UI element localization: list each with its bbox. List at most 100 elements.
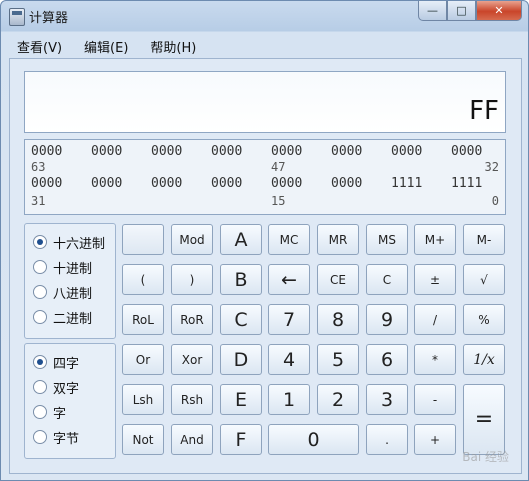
bit-group[interactable]: 0000	[151, 176, 182, 191]
radio-hex[interactable]: 十六进制	[33, 232, 105, 252]
radio-icon	[33, 430, 47, 444]
ms-button[interactable]: MS	[366, 224, 408, 255]
sqrt-button[interactable]: √	[463, 264, 505, 295]
close-button[interactable]: ✕	[476, 1, 522, 21]
minimize-button[interactable]: —	[418, 1, 447, 21]
bit-position: 63	[31, 160, 46, 174]
bit-position: 32	[484, 160, 499, 174]
menu-edit[interactable]: 编辑(E)	[84, 37, 128, 56]
bit-group[interactable]: 0000	[31, 176, 62, 191]
hex-d-button[interactable]: D	[220, 344, 262, 375]
bit-group[interactable]: 0000	[391, 144, 422, 159]
bit-group[interactable]: 0000	[151, 144, 182, 159]
bit-group[interactable]: 0000	[271, 144, 302, 159]
and-button[interactable]: And	[171, 424, 213, 455]
lsh-button[interactable]: Lsh	[122, 384, 164, 415]
hex-f-button[interactable]: F	[220, 424, 262, 455]
close-paren-button[interactable]: )	[171, 264, 213, 295]
radio-dword[interactable]: 双字	[33, 377, 79, 397]
window-controls: — □ ✕	[418, 1, 522, 21]
ror-button[interactable]: RoR	[171, 304, 213, 335]
digit-0-button[interactable]: 0	[268, 424, 359, 455]
radio-dec[interactable]: 十进制	[33, 257, 92, 277]
window-title: 计算器	[29, 11, 69, 26]
bit-display: 0000 0000 0000 0000 0000 0000 0000 0000 …	[24, 139, 506, 215]
bit-group[interactable]: 0000	[91, 144, 122, 159]
percent-button[interactable]: %	[463, 304, 505, 335]
clear-entry-button[interactable]: CE	[317, 264, 359, 295]
radio-label: 四字	[53, 356, 80, 372]
bit-group[interactable]: 0000	[451, 144, 482, 159]
radio-bin[interactable]: 二进制	[33, 307, 92, 327]
bit-group[interactable]: 1111	[451, 176, 482, 191]
digit-9-button[interactable]: 9	[366, 304, 408, 335]
digit-6-button[interactable]: 6	[366, 344, 408, 375]
bit-group[interactable]: 0000	[211, 144, 242, 159]
hex-e-button[interactable]: E	[220, 384, 262, 415]
radio-word[interactable]: 字	[33, 402, 66, 422]
digit-1-button[interactable]: 1	[268, 384, 310, 415]
radio-label: 十进制	[53, 261, 93, 277]
multiply-button[interactable]: *	[414, 344, 456, 375]
bit-group[interactable]: 0000	[211, 176, 242, 191]
radio-label: 十六进制	[53, 236, 106, 252]
radio-label: 双字	[53, 381, 80, 397]
decimal-button[interactable]: .	[366, 424, 408, 455]
or-button[interactable]: Or	[122, 344, 164, 375]
title-bar: 计算器 — □ ✕	[1, 1, 528, 31]
bit-group[interactable]: 0000	[331, 144, 362, 159]
radio-oct[interactable]: 八进制	[33, 282, 92, 302]
backspace-button[interactable]: ←	[268, 264, 310, 295]
mod-button[interactable]: Mod	[171, 224, 213, 255]
rol-button[interactable]: RoL	[122, 304, 164, 335]
bit-row-low: 0000 0000 0000 0000 0000 0000 1111 1111	[31, 176, 499, 191]
bit-positions-low: 31 15 0	[31, 194, 499, 208]
maximize-button[interactable]: □	[447, 1, 476, 21]
blank-button[interactable]	[122, 224, 164, 255]
digit-2-button[interactable]: 2	[317, 384, 359, 415]
bit-positions-high: 63 47 32	[31, 160, 499, 174]
subtract-button[interactable]: -	[414, 384, 456, 415]
negate-button[interactable]: ±	[414, 264, 456, 295]
minimize-icon: —	[427, 4, 438, 17]
digit-7-button[interactable]: 7	[268, 304, 310, 335]
digit-3-button[interactable]: 3	[366, 384, 408, 415]
hex-b-button[interactable]: B	[220, 264, 262, 295]
equals-button[interactable]: =	[463, 384, 505, 455]
add-button[interactable]: +	[414, 424, 456, 455]
menu-view[interactable]: 查看(V)	[17, 37, 62, 56]
watermark: Bai 经验	[462, 450, 509, 464]
bit-group[interactable]: 0000	[31, 144, 62, 159]
radio-byte[interactable]: 字节	[33, 427, 79, 447]
mr-button[interactable]: MR	[317, 224, 359, 255]
radio-qword[interactable]: 四字	[33, 352, 79, 372]
radio-icon	[33, 380, 47, 394]
bit-group[interactable]: 0000	[271, 176, 302, 191]
xor-button[interactable]: Xor	[171, 344, 213, 375]
bit-position: 47	[271, 160, 286, 174]
hex-c-button[interactable]: C	[220, 304, 262, 335]
reciprocal-button[interactable]: 1/x	[463, 344, 505, 375]
m-plus-button[interactable]: M+	[414, 224, 456, 255]
rsh-button[interactable]: Rsh	[171, 384, 213, 415]
digit-4-button[interactable]: 4	[268, 344, 310, 375]
bit-group[interactable]: 1111	[391, 176, 422, 191]
bit-group[interactable]: 0000	[91, 176, 122, 191]
display-value: FF	[469, 96, 499, 126]
radio-icon	[33, 260, 47, 274]
menu-help[interactable]: 帮助(H)	[150, 37, 196, 56]
digit-8-button[interactable]: 8	[317, 304, 359, 335]
not-button[interactable]: Not	[122, 424, 164, 455]
radio-icon	[33, 285, 47, 299]
divide-button[interactable]: /	[414, 304, 456, 335]
m-minus-button[interactable]: M-	[463, 224, 505, 255]
open-paren-button[interactable]: (	[122, 264, 164, 295]
radio-selected-icon	[33, 355, 47, 369]
radio-label: 八进制	[53, 286, 93, 302]
digit-5-button[interactable]: 5	[317, 344, 359, 375]
hex-a-button[interactable]: A	[220, 224, 262, 255]
bit-position: 0	[491, 194, 499, 208]
clear-button[interactable]: C	[366, 264, 408, 295]
mc-button[interactable]: MC	[268, 224, 310, 255]
bit-group[interactable]: 0000	[331, 176, 362, 191]
